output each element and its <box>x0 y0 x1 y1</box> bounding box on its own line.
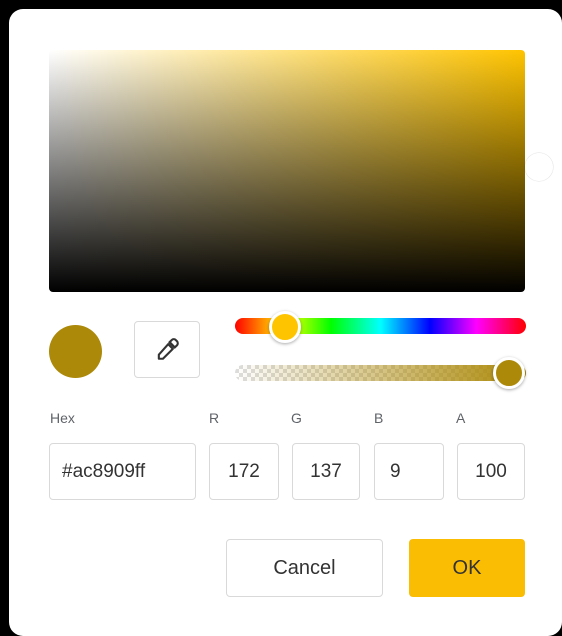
color-picker-dialog: Hex R G B A Cancel OK <box>9 9 562 636</box>
a-label: A <box>456 410 466 426</box>
hex-label: Hex <box>50 410 75 426</box>
ok-button[interactable]: OK <box>409 539 525 597</box>
r-input[interactable] <box>209 443 279 500</box>
alpha-slider[interactable] <box>235 365 526 381</box>
saturation-value-area[interactable] <box>49 50 553 292</box>
eyedropper-button[interactable] <box>134 321 200 378</box>
alpha-slider-thumb[interactable] <box>493 357 525 389</box>
saturation-value-handle[interactable] <box>525 153 553 181</box>
b-input[interactable] <box>374 443 444 500</box>
hex-input[interactable] <box>49 443 196 500</box>
r-label: R <box>209 410 220 426</box>
cancel-button[interactable]: Cancel <box>226 539 383 597</box>
hue-slider-thumb[interactable] <box>269 311 301 343</box>
g-label: G <box>291 410 302 426</box>
current-color-swatch <box>49 325 102 378</box>
eyedropper-icon <box>157 337 179 360</box>
b-label: B <box>374 410 384 426</box>
g-input[interactable] <box>292 443 360 500</box>
a-input[interactable] <box>457 443 525 500</box>
